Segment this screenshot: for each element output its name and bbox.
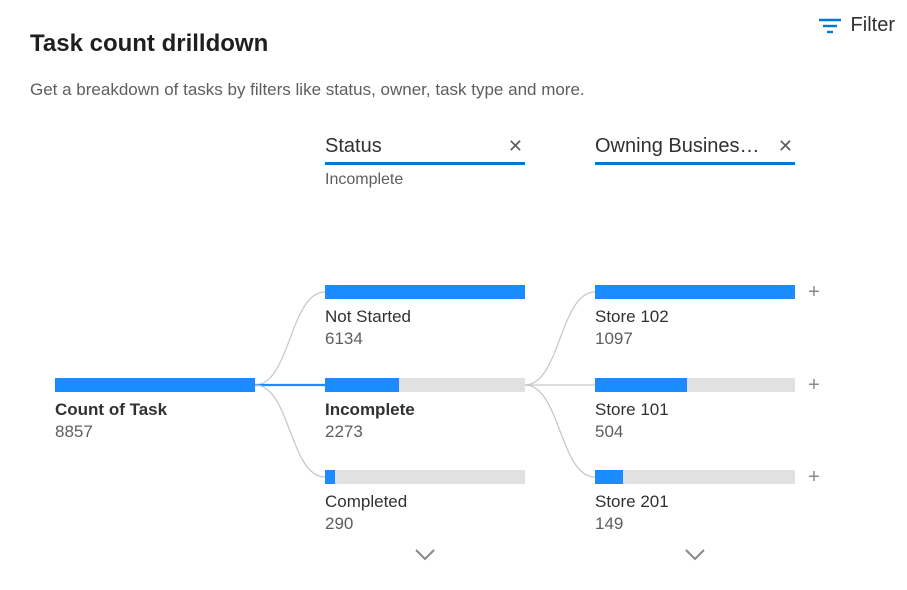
node-root[interactable]: Count of Task 8857 (55, 378, 255, 442)
bar (325, 285, 525, 299)
column-header-business[interactable]: Owning Business... ✕ (595, 135, 795, 165)
node-label: Completed (325, 492, 525, 512)
node-label: Store 101 (595, 400, 795, 420)
node-label: Incomplete (325, 400, 525, 420)
node-business-store-101[interactable]: Store 101 504 (595, 378, 795, 442)
node-label: Store 102 (595, 307, 795, 327)
chevron-down-icon[interactable] (414, 548, 436, 562)
expand-button[interactable]: + (805, 468, 823, 486)
bar (325, 378, 525, 392)
close-icon[interactable]: ✕ (776, 136, 795, 157)
filter-icon (819, 18, 841, 34)
node-value: 2273 (325, 422, 525, 442)
node-value: 504 (595, 422, 795, 442)
bar (595, 470, 795, 484)
bar (595, 378, 795, 392)
expand-button[interactable]: + (805, 376, 823, 394)
node-value: 6134 (325, 329, 525, 349)
column-header-status[interactable]: Status ✕ Incomplete (325, 135, 525, 189)
bar (325, 470, 525, 484)
filter-button[interactable]: Filter (819, 14, 895, 37)
bar-root (55, 378, 255, 392)
node-value: 149 (595, 514, 795, 534)
node-value: 1097 (595, 329, 795, 349)
node-business-store-201[interactable]: Store 201 149 (595, 470, 795, 534)
node-label: Not Started (325, 307, 525, 327)
node-status-incomplete[interactable]: Incomplete 2273 (325, 378, 525, 442)
node-root-value: 8857 (55, 422, 255, 442)
page-subtitle: Get a breakdown of tasks by filters like… (30, 80, 585, 100)
chevron-down-icon[interactable] (684, 548, 706, 562)
column-status-selected: Incomplete (325, 171, 525, 189)
column-header-business-label: Owning Business... (595, 135, 765, 158)
node-value: 290 (325, 514, 525, 534)
expand-button[interactable]: + (805, 283, 823, 301)
node-status-not-started[interactable]: Not Started 6134 (325, 285, 525, 349)
column-header-status-label: Status (325, 135, 382, 158)
node-root-label: Count of Task (55, 400, 255, 420)
node-label: Store 201 (595, 492, 795, 512)
close-icon[interactable]: ✕ (506, 136, 525, 157)
bar (595, 285, 795, 299)
page-title: Task count drilldown (30, 30, 268, 58)
node-business-store-102[interactable]: Store 102 1097 (595, 285, 795, 349)
node-status-completed[interactable]: Completed 290 (325, 470, 525, 534)
filter-label: Filter (851, 14, 895, 37)
